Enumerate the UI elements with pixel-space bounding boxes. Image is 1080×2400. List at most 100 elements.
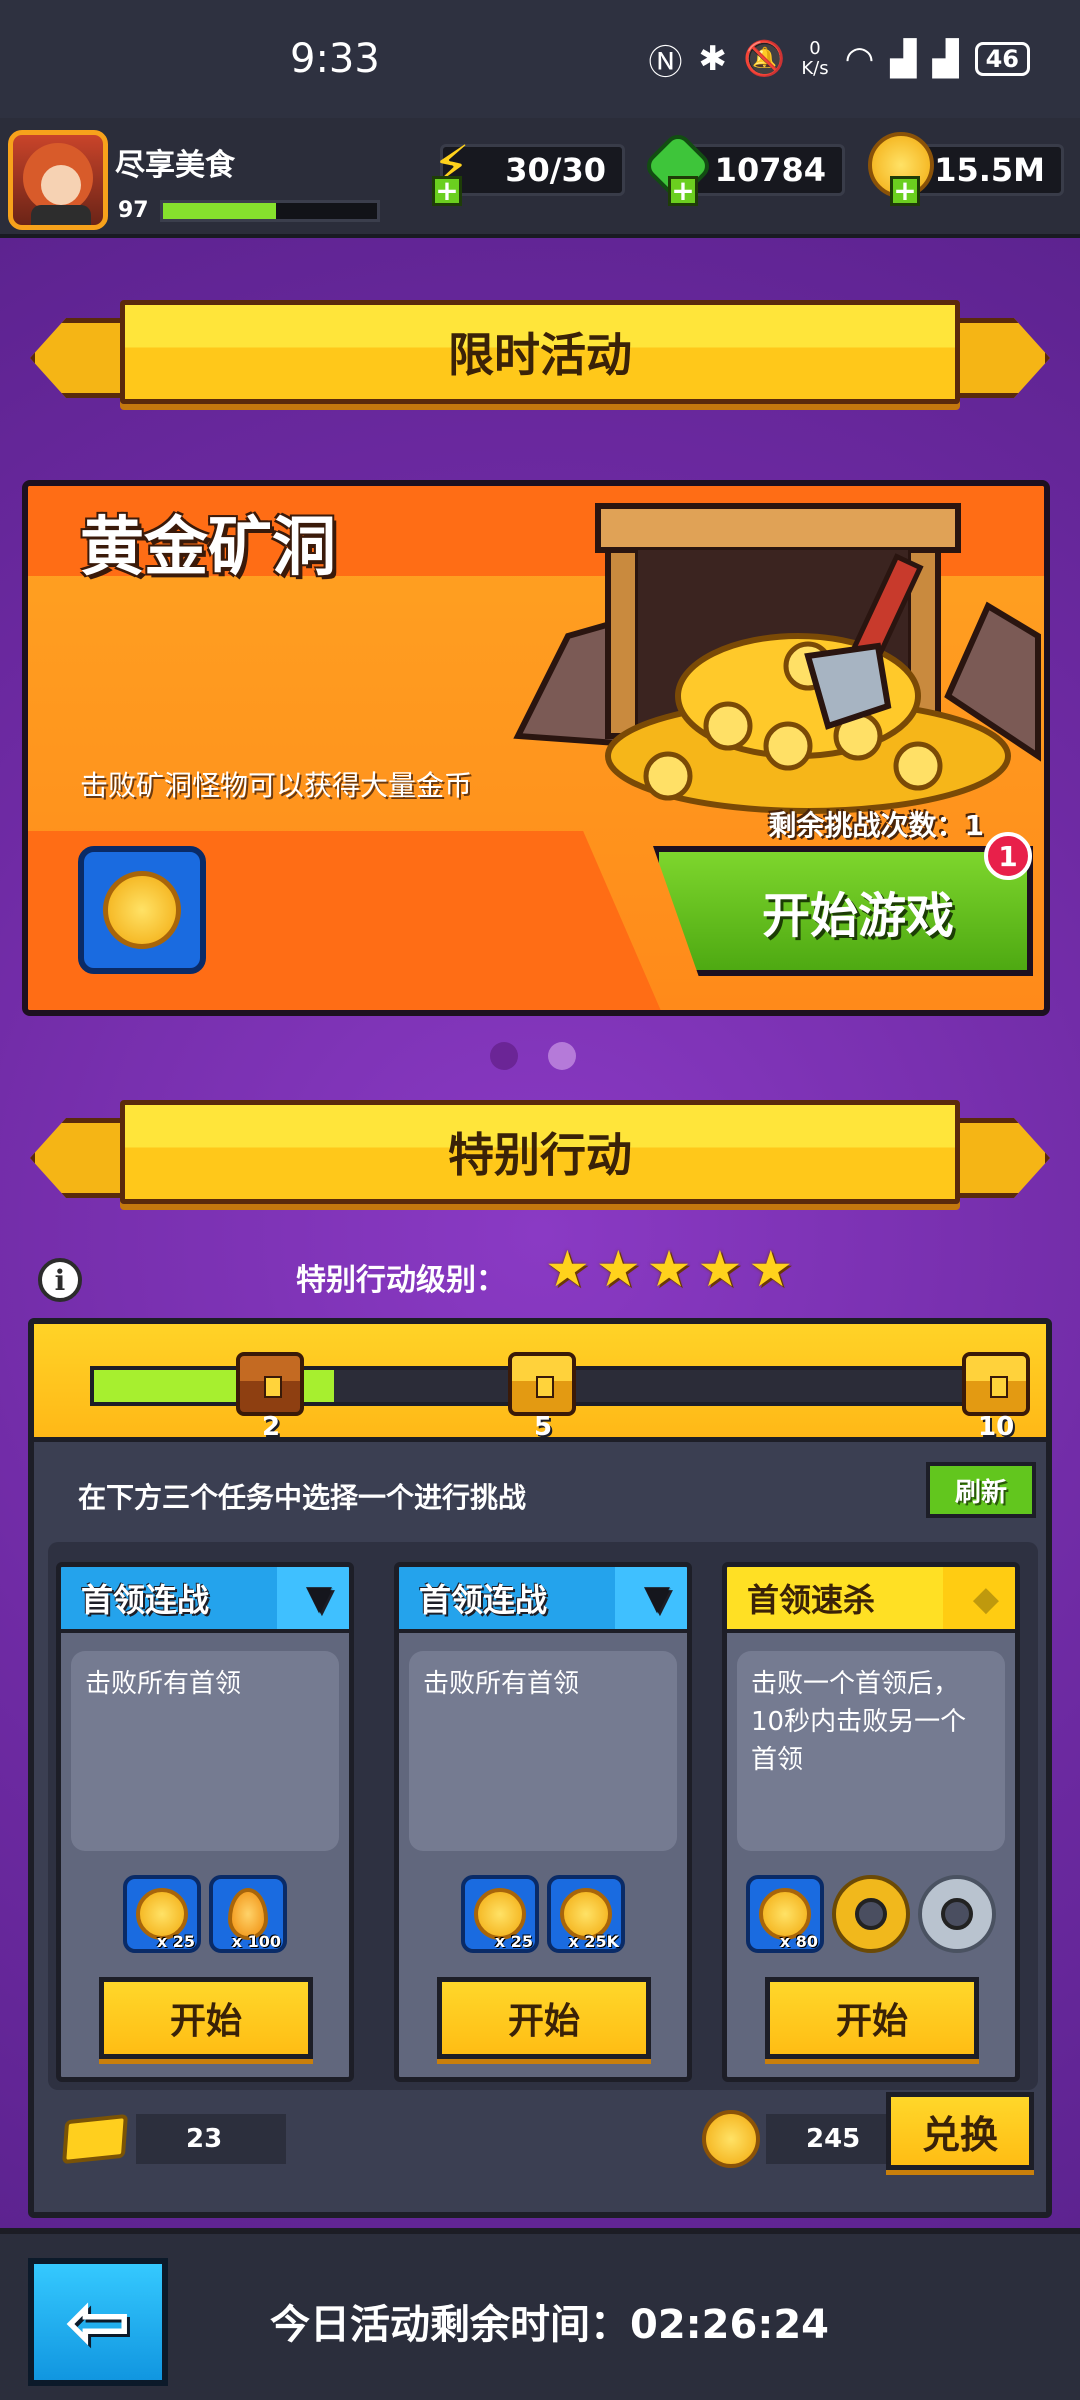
gold-token-icon[interactable]: x 25 bbox=[461, 1875, 539, 1953]
add-gems-button[interactable]: + bbox=[668, 176, 698, 206]
net-speed-unit: K/s bbox=[801, 58, 829, 79]
avatar[interactable] bbox=[8, 130, 108, 230]
task-start-button[interactable]: 开始 bbox=[765, 1977, 979, 2059]
event-description: 击败矿洞怪物可以获得大量金币 bbox=[80, 769, 473, 802]
remaining-challenges: 剩余挑战次数：1 bbox=[768, 809, 984, 842]
coins-value: 15.5M bbox=[934, 151, 1045, 189]
clock: 9:33 bbox=[290, 36, 380, 82]
back-button[interactable]: ⇦ bbox=[28, 2258, 168, 2386]
orange-drop-icon[interactable]: x 100 bbox=[209, 1875, 287, 1953]
gems-value: 10784 bbox=[714, 151, 826, 189]
net-speed-value: 0 bbox=[809, 38, 821, 59]
avatar-body bbox=[31, 205, 91, 225]
info-icon[interactable]: i bbox=[38, 1258, 82, 1302]
start-game-button[interactable]: 开始游戏 bbox=[653, 846, 1033, 976]
task-title: 首领连战 bbox=[419, 1581, 548, 1619]
star-icon: ★ bbox=[748, 1240, 794, 1298]
tasks-area: 首领连战 ▼ 击败所有首领 x 25 x 100 开始 首领连战 ▼ 击败所有首… bbox=[48, 1542, 1038, 2090]
task-emblem-icon: ▼ bbox=[644, 1579, 671, 1619]
refresh-button[interactable]: 刷新 bbox=[926, 1462, 1036, 1518]
task-title: 首领速杀 bbox=[747, 1581, 876, 1619]
event-reward-slot[interactable] bbox=[78, 846, 206, 974]
special-action-level-label: 特别行动级别： bbox=[296, 1263, 506, 1298]
reward-qty: x 25 bbox=[156, 1932, 195, 1951]
gold-coin-icon bbox=[103, 871, 181, 949]
battery-indicator: 46 bbox=[974, 42, 1030, 76]
task-rewards: x 80 bbox=[727, 1875, 1015, 1953]
ticket-counter: 23 bbox=[62, 2113, 286, 2165]
task-rewards: x 25 x 25K bbox=[399, 1875, 687, 1953]
chest-milestone-10[interactable] bbox=[962, 1352, 1030, 1416]
gold-gear-icon[interactable] bbox=[832, 1875, 910, 1953]
add-energy-button[interactable]: + bbox=[432, 176, 462, 206]
star-icon: ★ bbox=[697, 1240, 743, 1298]
pager-dot-2[interactable] bbox=[548, 1042, 576, 1070]
mute-icon: 🔕 bbox=[743, 39, 786, 79]
limited-event-title: 限时活动 bbox=[120, 300, 960, 404]
choose-task-text: 在下方三个任务中选择一个进行挑战 bbox=[78, 1481, 527, 1514]
energy-value: 30/30 bbox=[505, 151, 606, 189]
bottom-bar: ⇦ 今日活动剩余时间：02:26:24 bbox=[0, 2228, 1080, 2400]
chest-milestone-5[interactable] bbox=[508, 1352, 576, 1416]
exchange-button[interactable]: 兑换 bbox=[886, 2092, 1034, 2170]
xp-fill bbox=[163, 203, 277, 219]
special-action-banner: 特别行动 bbox=[30, 1100, 1050, 1210]
grey-gear-icon[interactable] bbox=[918, 1875, 996, 1953]
task-header: 首领速杀 ◆ bbox=[727, 1567, 1015, 1633]
progress-band: 2 5 10 bbox=[34, 1324, 1046, 1442]
add-coins-button[interactable]: + bbox=[890, 176, 920, 206]
token-icon bbox=[702, 2110, 760, 2168]
milestone-label-10: 10 bbox=[978, 1412, 1015, 1442]
net-speed: 0 K/s bbox=[801, 39, 828, 79]
task-rewards: x 25 x 100 bbox=[61, 1875, 349, 1953]
task-card-3[interactable]: 首领速杀 ◆ 击败一个首领后，10秒内击败另一个首领 x 80 开始 bbox=[722, 1562, 1020, 2082]
task-description: 击败一个首领后，10秒内击败另一个首领 bbox=[737, 1651, 1005, 1851]
task-header: 首领连战 ▼ bbox=[61, 1567, 349, 1633]
task-description: 击败所有首领 bbox=[71, 1651, 339, 1851]
task-card-1[interactable]: 首领连战 ▼ 击败所有首领 x 25 x 100 开始 bbox=[56, 1562, 354, 2082]
task-start-button[interactable]: 开始 bbox=[437, 1977, 651, 2059]
player-name: 尽享美食 bbox=[115, 148, 235, 183]
task-emblem-icon: ▼ bbox=[306, 1579, 333, 1619]
gear-core bbox=[941, 1898, 973, 1930]
limited-event-banner: 限时活动 bbox=[30, 300, 1050, 410]
reward-qty: x 80 bbox=[779, 1932, 818, 1951]
level-stars: ★ ★ ★ ★ ★ bbox=[545, 1244, 793, 1294]
notification-badge: 1 bbox=[984, 832, 1032, 880]
reward-qty: x 100 bbox=[231, 1932, 281, 1951]
task-title: 首领连战 bbox=[81, 1581, 210, 1619]
pager-dot-1[interactable] bbox=[490, 1042, 518, 1070]
event-title: 黄金矿洞 bbox=[80, 511, 336, 585]
task-description: 击败所有首领 bbox=[409, 1651, 677, 1851]
gold-token-icon[interactable]: x 80 bbox=[746, 1875, 824, 1953]
nfc-icon: Ⓝ bbox=[648, 42, 683, 83]
signal-5g-icon: ▟ bbox=[932, 39, 959, 79]
task-header: 首领连战 ▼ bbox=[399, 1567, 687, 1633]
status-bar: 9:33 Ⓝ ✱ 🔕 0 K/s ◠ ▟ ▟ 46 bbox=[0, 0, 1080, 118]
task-start-button[interactable]: 开始 bbox=[99, 1977, 313, 2059]
gold-mine-illustration bbox=[513, 503, 1041, 814]
star-icon: ★ bbox=[545, 1240, 590, 1298]
xp-bar bbox=[160, 200, 380, 222]
milestone-label-2: 2 bbox=[262, 1412, 281, 1442]
bluetooth-icon: ✱ bbox=[698, 39, 728, 79]
task-emblem-icon: ◆ bbox=[972, 1579, 999, 1619]
task-card-2[interactable]: 首领连战 ▼ 击败所有首领 x 25 x 25K 开始 bbox=[394, 1562, 692, 2082]
event-pager bbox=[490, 1042, 576, 1070]
player-level: 97 bbox=[118, 198, 149, 223]
gold-token-icon[interactable]: x 25 bbox=[123, 1875, 201, 1953]
star-icon: ★ bbox=[595, 1240, 641, 1298]
gold-coin-icon[interactable]: x 25K bbox=[547, 1875, 625, 1953]
gear-core bbox=[855, 1898, 887, 1930]
event-remaining-time: 今日活动剩余时间：02:26:24 bbox=[270, 2302, 829, 2348]
ticket-count: 23 bbox=[136, 2114, 286, 2164]
star-icon: ★ bbox=[646, 1240, 692, 1298]
gold-mine-event-card[interactable]: 黄金矿洞 击败矿洞怪物可以获得大量金币 剩余挑战次数：1 开始游戏 bbox=[22, 480, 1050, 1016]
back-arrow-icon: ⇦ bbox=[64, 2275, 132, 2368]
special-action-title: 特别行动 bbox=[120, 1100, 960, 1204]
chest-milestone-2[interactable] bbox=[236, 1352, 304, 1416]
reward-qty: x 25 bbox=[494, 1932, 533, 1951]
milestone-label-5: 5 bbox=[534, 1412, 553, 1442]
avatar-face bbox=[41, 165, 81, 205]
ticket-icon bbox=[62, 2113, 128, 2165]
